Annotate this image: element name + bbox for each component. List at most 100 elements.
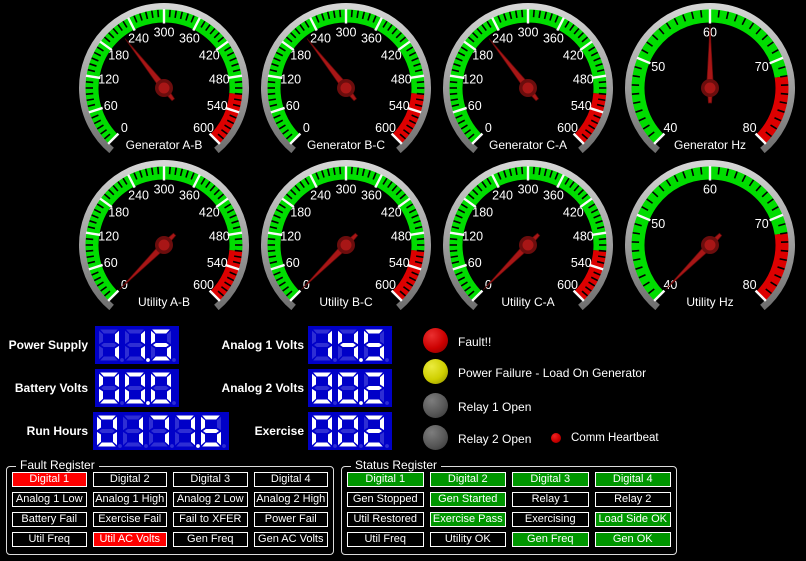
svg-text:600: 600 — [193, 121, 214, 135]
battery-volts-label: Battery Volts — [2, 381, 88, 395]
gauge-utility-b-c: 060120180240300360420480540600Utility B-… — [255, 158, 437, 310]
status-register-cell-gen-ok: Gen OK — [595, 532, 672, 547]
svg-text:60: 60 — [468, 99, 482, 113]
fault-lamp-icon — [423, 328, 448, 353]
svg-text:60: 60 — [104, 99, 118, 113]
svg-text:180: 180 — [108, 49, 129, 63]
svg-text:Generator A-B: Generator A-B — [126, 138, 203, 152]
analog-2-volts-display — [308, 369, 392, 412]
svg-text:240: 240 — [492, 189, 513, 203]
svg-text:120: 120 — [98, 73, 119, 87]
svg-text:120: 120 — [98, 230, 119, 244]
run-hours-label: Run Hours — [2, 424, 88, 438]
svg-text:540: 540 — [389, 256, 410, 270]
fault-register-cell-digital-1: Digital 1 — [12, 472, 87, 487]
power-failure-lamp-icon — [423, 359, 448, 384]
svg-text:360: 360 — [543, 189, 564, 203]
svg-text:240: 240 — [310, 32, 331, 46]
svg-text:420: 420 — [381, 49, 402, 63]
svg-text:360: 360 — [361, 32, 382, 46]
comm-heartbeat-lamp-icon — [551, 433, 561, 443]
svg-text:420: 420 — [199, 49, 220, 63]
fault-register-grid: Digital 1Digital 2Digital 3Digital 4Anal… — [12, 472, 328, 547]
gauge-generator-a-b: 060120180240300360420480540600Generator … — [73, 1, 255, 153]
gauge-generator-b-c: 060120180240300360420480540600Generator … — [255, 1, 437, 153]
status-register-cell-exercise-pass: Exercise Pass — [430, 512, 507, 527]
status-register-cell-digital-3: Digital 3 — [512, 472, 589, 487]
svg-text:480: 480 — [573, 73, 594, 87]
analog-1-volts-display — [308, 326, 392, 369]
svg-text:0: 0 — [303, 121, 310, 135]
analog-2-volts-label: Analog 2 Volts — [206, 381, 304, 395]
svg-text:60: 60 — [104, 256, 118, 270]
svg-text:300: 300 — [518, 183, 539, 197]
status-register-cell-util-freq: Util Freq — [347, 532, 424, 547]
gauge-row-utility: 060120180240300360420480540600Utility A-… — [73, 158, 801, 310]
fault-register-cell-analog-1-high: Analog 1 High — [93, 492, 168, 507]
svg-text:Utility B-C: Utility B-C — [319, 295, 373, 309]
generator-dashboard: 060120180240300360420480540600Generator … — [0, 0, 806, 561]
svg-text:240: 240 — [128, 32, 149, 46]
svg-text:Generator C-A: Generator C-A — [489, 138, 567, 152]
svg-text:120: 120 — [462, 230, 483, 244]
status-register-cell-digital-4: Digital 4 — [595, 472, 672, 487]
svg-text:Generator Hz: Generator Hz — [674, 138, 746, 152]
svg-text:0: 0 — [121, 121, 128, 135]
svg-text:600: 600 — [557, 278, 578, 292]
svg-text:480: 480 — [391, 230, 412, 244]
svg-text:Generator B-C: Generator B-C — [307, 138, 385, 152]
status-register-grid: Digital 1 Digital 2 Digital 3 Digital 4 Gen … — [347, 472, 671, 547]
svg-text:50: 50 — [651, 217, 665, 231]
svg-text:Utility Hz: Utility Hz — [686, 295, 733, 309]
status-register-cell-gen-freq: Gen Freq — [512, 532, 589, 547]
svg-text:50: 50 — [651, 60, 665, 74]
svg-text:40: 40 — [663, 121, 677, 135]
exercise-label: Exercise — [206, 424, 304, 438]
svg-text:60: 60 — [468, 256, 482, 270]
fault-lamp-label: Fault!! — [458, 335, 491, 349]
power-supply-display — [95, 326, 179, 369]
svg-text:120: 120 — [462, 73, 483, 87]
status-register-cell-relay-2: Relay 2 — [595, 492, 672, 507]
fault-register-cell-gen-freq: Gen Freq — [173, 532, 248, 547]
status-register-cell-load-side-ok: Load Side OK — [595, 512, 672, 527]
svg-text:540: 540 — [571, 99, 592, 113]
fault-register-cell-digital-2: Digital 2 — [93, 472, 168, 487]
status-register-cell-digital-1: Digital 1 — [347, 472, 424, 487]
status-register-cell-exercising: Exercising — [512, 512, 589, 527]
fault-register-cell-digital-4: Digital 4 — [254, 472, 329, 487]
comm-heartbeat-lamp-label: Comm Heartbeat — [571, 432, 659, 444]
svg-text:480: 480 — [209, 73, 230, 87]
svg-text:120: 120 — [280, 230, 301, 244]
svg-text:480: 480 — [573, 230, 594, 244]
svg-text:600: 600 — [375, 121, 396, 135]
svg-text:80: 80 — [743, 278, 757, 292]
svg-text:540: 540 — [389, 99, 410, 113]
status-register-panel: Status Register Digital 1Digital 2Digita… — [341, 466, 677, 555]
svg-text:360: 360 — [361, 189, 382, 203]
svg-text:120: 120 — [280, 73, 301, 87]
status-register-cell-digital-2: Digital 2 — [430, 472, 507, 487]
relay-2-open-lamp-icon — [423, 425, 448, 450]
svg-text:420: 420 — [199, 206, 220, 220]
svg-text:420: 420 — [563, 206, 584, 220]
gauge-utility-hz: 4050607080Utility Hz — [619, 158, 801, 310]
gauge-generator-hz: 4050607080Generator Hz — [619, 1, 801, 153]
relay-2-open-lamp-label: Relay 2 Open — [458, 432, 531, 446]
svg-text:480: 480 — [391, 73, 412, 87]
svg-text:240: 240 — [128, 189, 149, 203]
svg-text:70: 70 — [755, 60, 769, 74]
svg-text:80: 80 — [743, 121, 757, 135]
svg-text:180: 180 — [290, 206, 311, 220]
svg-text:70: 70 — [755, 217, 769, 231]
svg-text:180: 180 — [108, 206, 129, 220]
svg-text:60: 60 — [703, 183, 717, 197]
gauge-utility-c-a: 060120180240300360420480540600Utility C-… — [437, 158, 619, 310]
fault-register-cell-analog-1-low: Analog 1 Low — [12, 492, 87, 507]
svg-text:180: 180 — [472, 206, 493, 220]
svg-text:540: 540 — [571, 256, 592, 270]
svg-text:300: 300 — [154, 183, 175, 197]
relay-1-open-lamp-label: Relay 1 Open — [458, 400, 531, 414]
svg-text:Utility C-A: Utility C-A — [501, 295, 554, 309]
fault-register-cell-exercise-fail: Exercise Fail — [93, 512, 168, 527]
